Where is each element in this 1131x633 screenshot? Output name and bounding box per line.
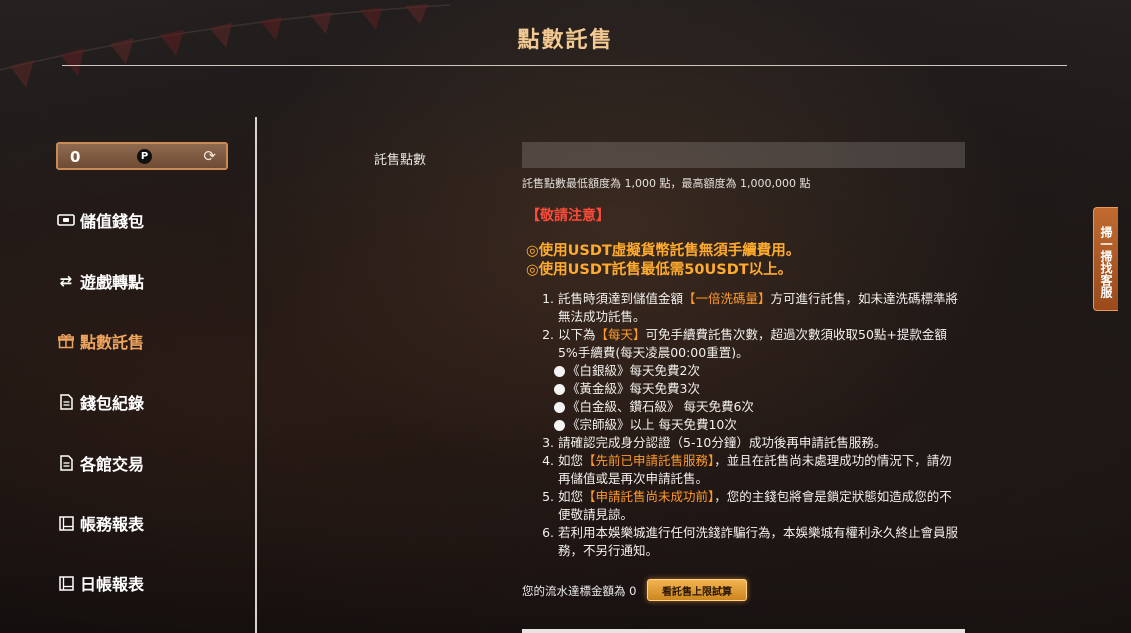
sidebar-item-label: 各館交易: [80, 455, 145, 474]
tier-item: 《白金級、鑽石級》 每天免費6次: [522, 398, 962, 416]
sidebar-item-daily-report[interactable]: 日帳報表: [56, 570, 144, 596]
list-item: 1. 託售時須達到儲值金額【一倍洗碼量】方可進行託售，如未達洗碼標準將無法成功託…: [542, 291, 959, 324]
refresh-icon[interactable]: ⟳: [203, 147, 216, 165]
points-coin-icon: P: [137, 149, 152, 164]
amount-label: 託售點數: [374, 153, 427, 168]
sidebar-item-label: 遊戲轉點: [80, 273, 145, 292]
bullet-icon: [554, 383, 565, 395]
amount-hint: 託售點數最低額度為 1,000 點，最高額度為 1,000,000 點: [522, 177, 811, 190]
submit-bar[interactable]: [522, 629, 965, 633]
sidebar-item-points-sell[interactable]: 點數託售: [56, 328, 144, 354]
sidebar-item-account-report[interactable]: 帳務報表: [56, 510, 144, 536]
tier-item: 《白銀級》每天免費2次: [522, 362, 962, 380]
tier-item: 《宗師級》以上 每天免費10次: [522, 416, 962, 434]
list-item: 4. 如您【先前已申請託售服務】，並且在託售尚未處理成功的情況下，請勿再儲值或是…: [542, 453, 952, 486]
list-item: 5. 如您【申請託售尚未成功前】，您的主錢包將會是鎖定狀態如造成您的不便敬請見諒…: [542, 489, 952, 522]
bullet-icon: [554, 419, 565, 431]
wager-status-text: 您的流水達標金額為 0: [522, 584, 637, 598]
notice-title: 【敬請注意】: [526, 208, 610, 224]
page-title: 點數託售: [517, 28, 614, 53]
balance-value: 0: [70, 148, 81, 166]
document-icon: [56, 394, 76, 410]
sidebar-item-label: 帳務報表: [80, 515, 145, 534]
list-item: 6. 若利用本娛樂城進行任何洗錢詐騙行為，本娛樂城有權利永久終止會員服務，不另行…: [542, 525, 958, 558]
sell-limit-calc-button[interactable]: 看託售上限試算: [647, 579, 747, 601]
bullet-icon: [554, 365, 565, 377]
customer-service-tab[interactable]: 掃一掃找客服: [1093, 207, 1118, 311]
transfer-arrows-icon: ⇄: [59, 272, 73, 290]
amount-input[interactable]: [522, 142, 965, 168]
wallet-balance-box: 0 P ⟳: [56, 142, 228, 170]
sidebar-divider: [255, 117, 257, 633]
sidebar-item-label: 儲值錢包: [80, 212, 145, 231]
bullet-icon: [554, 401, 565, 413]
title-divider: [62, 65, 1067, 66]
sidebar-item-label: 點數託售: [80, 333, 145, 352]
document-icon: [56, 455, 76, 471]
rules-list: 1. 託售時須達到儲值金額【一倍洗碼量】方可進行託售，如未達洗碼標準將無法成功託…: [522, 290, 962, 560]
tier-item: 《黃金級》每天免費3次: [522, 380, 962, 398]
wallet-icon: [56, 214, 76, 226]
sidebar-item-venue-transactions[interactable]: 各館交易: [56, 450, 144, 476]
report-icon: [56, 515, 76, 531]
gift-icon: [56, 333, 76, 349]
sidebar-item-label: 錢包紀錄: [80, 394, 145, 413]
sidebar-item-game-transfer[interactable]: ⇄ 遊戲轉點: [56, 268, 144, 294]
usdt-highlight-1: ◎使用USDT虛擬貨幣託售無須手續費用。: [526, 243, 801, 259]
sidebar-item-label: 日帳報表: [80, 575, 145, 594]
sidebar-item-deposit-wallet[interactable]: 儲值錢包: [56, 207, 144, 233]
list-item: 2. 以下為【每天】可免手續費託售次數，超過次數須收取50點+提款金額5%手續費…: [542, 327, 947, 360]
list-item: 3. 請確認完成身分認證（5-10分鐘）成功後再申請託售服務。: [542, 435, 887, 450]
sidebar-item-wallet-records[interactable]: 錢包紀錄: [56, 389, 144, 415]
usdt-highlight-2: ◎使用USDT託售最低需50USDT以上。: [526, 262, 793, 278]
report-icon: [56, 575, 76, 591]
